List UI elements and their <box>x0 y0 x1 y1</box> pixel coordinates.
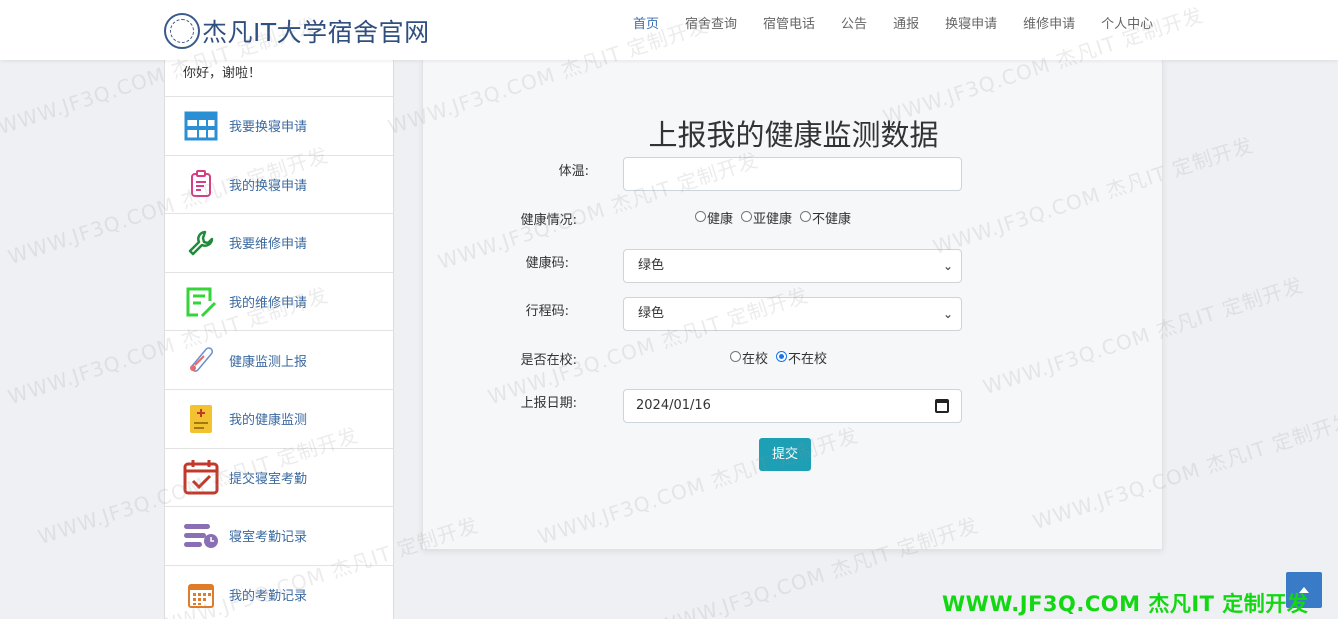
sidebar-item-label: 健康监测上报 <box>229 354 308 370</box>
report-date-input[interactable]: 2024/01/16 <box>623 389 962 423</box>
nav-menu: 首页 宿舍查询 宿管电话 公告 通报 换寝申请 维修申请 个人中心 <box>620 16 1166 34</box>
site-title: 杰凡IT大学宿舍官网 <box>202 18 430 47</box>
bunk-bed-icon <box>183 108 219 144</box>
sidebar-item-attendance-records[interactable]: 寝室考勤记录 <box>165 507 393 566</box>
health-option-sub-healthy[interactable]: 亚健康 <box>741 208 792 227</box>
health-code-select[interactable]: 绿色 ⌄ <box>623 249 962 283</box>
health-code-label: 健康码: <box>525 256 569 271</box>
sidebar-item-my-room-change[interactable]: 我的换寝申请 <box>165 156 393 215</box>
wrench-icon <box>183 225 219 261</box>
thermometer-icon <box>183 342 219 378</box>
chevron-down-icon: ⌄ <box>942 259 953 273</box>
sidebar-item-health-report[interactable]: 健康监测上报 <box>165 331 393 390</box>
logo-seal <box>170 19 194 43</box>
temperature-label: 体温: <box>558 164 589 179</box>
trip-code-label: 行程码: <box>525 304 569 319</box>
sidebar-item-submit-attendance[interactable]: 提交寝室考勤 <box>165 449 393 508</box>
calendar-grid-icon <box>183 577 219 613</box>
nav-item-dorm-query[interactable]: 宿舍查询 <box>672 16 750 34</box>
sidebar-item-label: 提交寝室考勤 <box>229 471 308 487</box>
radio-dot-checked[interactable] <box>776 351 788 362</box>
health-option-healthy[interactable]: 健康 <box>695 208 733 227</box>
page-title: 上报我的健康监测数据 <box>648 118 939 152</box>
top-navbar: 杰凡IT大学宿舍官网 首页 宿舍查询 宿管电话 公告 通报 换寝申请 维修申请 … <box>0 0 1338 60</box>
on-campus-option-yes[interactable]: 在校 <box>730 348 768 367</box>
nav-item-profile[interactable]: 个人中心 <box>1088 16 1166 34</box>
health-status-label: 健康情况: <box>520 213 577 228</box>
sidebar-item-my-attendance[interactable]: 我的考勤记录 <box>165 566 393 619</box>
sidebar-item-label: 我的健康监测 <box>229 413 308 429</box>
sidebar-item-my-health[interactable]: 我的健康监测 <box>165 390 393 449</box>
nav-item-bulletin[interactable]: 通报 <box>880 16 932 34</box>
chevron-down-icon: ⌄ <box>942 307 953 321</box>
radio-dot[interactable] <box>730 351 741 362</box>
report-date-label: 上报日期: <box>520 396 577 411</box>
medical-card-icon <box>183 401 219 437</box>
sidebar-item-label: 我的维修申请 <box>229 296 308 312</box>
clipboard-icon <box>183 166 219 202</box>
sidebar-item-label: 我要维修申请 <box>229 237 308 253</box>
sidebar-item-label: 我的考勤记录 <box>229 589 308 605</box>
form-pen-icon <box>183 284 219 320</box>
radio-dot[interactable] <box>695 211 706 222</box>
brand[interactable]: 杰凡IT大学宿舍官网 <box>164 12 430 50</box>
nav-item-room-change[interactable]: 换寝申请 <box>932 16 1010 34</box>
on-campus-radio-group: 在校 不在校 <box>730 348 827 367</box>
sidebar: 你好，谢啦！ 我要换寝申请 我的换寝申请 我要维修申请 我的维修申请 健康监测上… <box>164 60 394 619</box>
sidebar-item-label: 寝室考勤记录 <box>229 530 308 546</box>
health-report-panel: 上报我的健康监测数据 体温: 健康情况: 健康 亚健康 不健康 健康码: 绿色 … <box>422 60 1163 550</box>
sidebar-item-room-change-apply[interactable]: 我要换寝申请 <box>165 97 393 156</box>
health-status-radio-group: 健康 亚健康 不健康 <box>695 208 851 227</box>
records-clock-icon <box>183 518 219 554</box>
temperature-input[interactable] <box>623 157 962 191</box>
sidebar-item-repair-apply[interactable]: 我要维修申请 <box>165 214 393 273</box>
greeting-text: 你好，谢啦！ <box>165 60 393 97</box>
health-option-unhealthy[interactable]: 不健康 <box>800 208 851 227</box>
radio-dot[interactable] <box>741 211 753 222</box>
calendar-check-icon <box>183 459 219 495</box>
submit-button[interactable]: 提交 <box>759 438 811 471</box>
sidebar-item-my-repair[interactable]: 我的维修申请 <box>165 273 393 332</box>
on-campus-option-no[interactable]: 不在校 <box>776 348 827 367</box>
university-logo-icon <box>164 13 200 49</box>
trip-code-select[interactable]: 绿色 ⌄ <box>623 297 962 331</box>
sidebar-item-label: 我要换寝申请 <box>229 120 308 136</box>
on-campus-label: 是否在校: <box>520 353 577 368</box>
nav-item-notice[interactable]: 公告 <box>828 16 880 34</box>
sidebar-item-label: 我的换寝申请 <box>229 178 308 194</box>
nav-item-repair[interactable]: 维修申请 <box>1010 16 1088 34</box>
nav-item-manager-phone[interactable]: 宿管电话 <box>750 16 828 34</box>
nav-item-home[interactable]: 首页 <box>620 16 672 34</box>
radio-dot[interactable] <box>800 211 812 222</box>
footer-watermark: WWW.JF3Q.COM 杰凡IT 定制开发 <box>942 592 1309 616</box>
calendar-icon[interactable] <box>935 399 949 413</box>
